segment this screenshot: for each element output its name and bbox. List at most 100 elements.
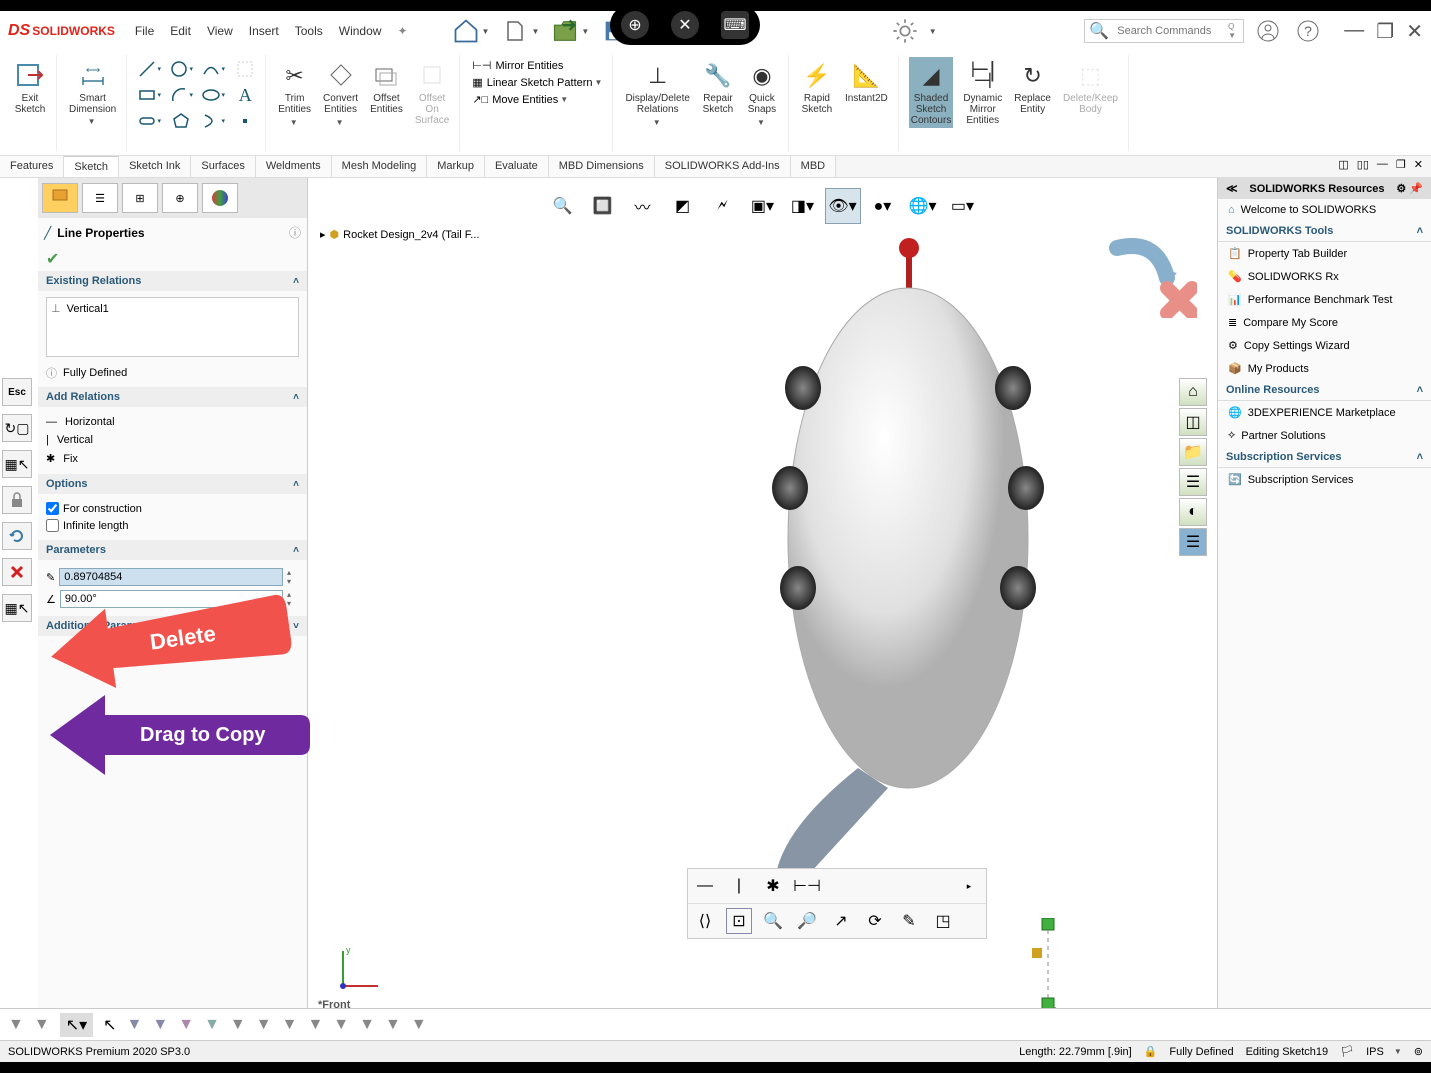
dynamic-mirror-button[interactable]: ⊢|⊣Dynamic Mirror Entities	[961, 57, 1004, 128]
ellipse-tool-icon[interactable]: ▾	[201, 83, 225, 107]
ctx-recent-icon[interactable]: ⟳	[862, 908, 888, 934]
infinite-length-checkbox[interactable]	[46, 519, 59, 532]
viewport-max-icon[interactable]: ❐	[1396, 158, 1406, 175]
add-relations-header[interactable]: Add Relations˄	[38, 387, 307, 407]
tab-surfaces[interactable]: Surfaces	[191, 156, 255, 177]
bt-filter1[interactable]: ▼	[8, 1016, 24, 1034]
tab-weldments[interactable]: Weldments	[256, 156, 332, 177]
menu-file[interactable]: File	[135, 24, 154, 38]
bt-f-edge[interactable]: ▼	[152, 1016, 168, 1034]
move-entities-button[interactable]: ↗□Move Entities▼	[470, 91, 570, 108]
menu-insert[interactable]: Insert	[249, 24, 279, 38]
user-icon[interactable]	[1252, 15, 1284, 47]
repair-sketch-button[interactable]: 🔧Repair Sketch	[700, 57, 736, 130]
config-tab[interactable]: ⊞	[122, 183, 158, 213]
search-input[interactable]	[1113, 25, 1224, 37]
stadium-tool-icon[interactable]: ▾	[137, 109, 161, 133]
view-orientation-icon[interactable]: ▣▾	[745, 188, 781, 224]
view-settings-icon[interactable]: ▭▾	[945, 188, 981, 224]
dynamic-annotation-icon[interactable]: 🗲	[705, 188, 741, 224]
parabola-tool-icon[interactable]: ▾	[201, 109, 225, 133]
subscription-services[interactable]: 🔄Subscription Services	[1218, 468, 1431, 491]
tab-mesh-modeling[interactable]: Mesh Modeling	[332, 156, 428, 177]
trim-entities-button[interactable]: ✂Trim Entities▼	[276, 57, 313, 130]
breadcrumb[interactable]: ▸⬢Rocket Design_2v4 (Tail F...	[320, 228, 479, 241]
ctx-fix-icon[interactable]: ✱	[760, 873, 786, 899]
ctx-select-chain-icon[interactable]: ⟨⟩	[692, 908, 718, 934]
ctx-collapse-icon[interactable]: ▸	[956, 873, 982, 899]
ctx-exit-icon[interactable]: ◳	[930, 908, 956, 934]
rectangle-tool-icon[interactable]: ▾	[137, 83, 161, 107]
quick-snaps-button[interactable]: ◉Quick Snaps▼	[744, 57, 780, 130]
ok-check-icon[interactable]: ✔	[46, 251, 59, 268]
vr-home-icon[interactable]: ⌂	[1179, 378, 1207, 406]
add-horizontal[interactable]: —Horizontal	[46, 413, 299, 431]
offset-entities-button[interactable]: Offset Entities	[368, 57, 405, 130]
tab-evaluate[interactable]: Evaluate	[485, 156, 549, 177]
exit-sketch-button[interactable]: Exit Sketch	[12, 57, 48, 117]
zoom-in-icon[interactable]: ⊕	[621, 11, 649, 39]
bt-select[interactable]: ↖	[103, 1015, 116, 1035]
maximize-button[interactable]: ❐	[1376, 19, 1394, 44]
status-cog-icon[interactable]: ⊚	[1414, 1045, 1423, 1058]
parameters-header[interactable]: Parameters˄	[38, 540, 307, 560]
vr-palette-icon[interactable]: ◐	[1179, 498, 1207, 526]
bt-filter2[interactable]: ▼	[34, 1016, 50, 1034]
minimize-button[interactable]: —	[1344, 19, 1364, 44]
tab-mbd[interactable]: MBD	[791, 156, 836, 177]
tab-sketch-ink[interactable]: Sketch Ink	[119, 156, 191, 177]
previous-view-icon[interactable]: 〰	[625, 188, 661, 224]
sw-tools-section[interactable]: SOLIDWORKS Tools˄	[1218, 221, 1431, 242]
relation-vertical1[interactable]: ⊥Vertical1	[51, 302, 294, 315]
bt-f-solid[interactable]: ▼	[230, 1016, 246, 1034]
esc-button[interactable]: Esc	[2, 378, 32, 406]
drag-copy-icon[interactable]: ▦↖	[2, 594, 32, 622]
performance-benchmark[interactable]: 📊Performance Benchmark Test	[1218, 288, 1431, 311]
copy-settings[interactable]: ⚙Copy Settings Wizard	[1218, 334, 1431, 357]
ctx-vertical-icon[interactable]: |	[726, 873, 752, 899]
slot-tool-icon[interactable]	[233, 57, 257, 81]
vr-layers-icon[interactable]: ☰	[1179, 468, 1207, 496]
polygon-tool-icon[interactable]	[169, 109, 193, 133]
menu-view[interactable]: View	[207, 24, 233, 38]
delete-x-icon[interactable]	[2, 558, 32, 586]
ctx-dimension-icon[interactable]: ⊢⊣	[794, 873, 820, 899]
tab-features[interactable]: Features	[0, 156, 64, 177]
welcome-item[interactable]: ⌂Welcome to SOLIDWORKS	[1218, 199, 1431, 221]
online-resources-section[interactable]: Online Resources˄	[1218, 380, 1431, 401]
my-products[interactable]: 📦My Products	[1218, 357, 1431, 380]
tab-mbd-dimensions[interactable]: MBD Dimensions	[549, 156, 655, 177]
menu-edit[interactable]: Edit	[170, 24, 191, 38]
ctx-zoom-icon[interactable]: 🔎	[794, 908, 820, 934]
bt-f-plane[interactable]: ▼	[282, 1016, 298, 1034]
viewport-dual-icon[interactable]: ◫	[1338, 158, 1348, 175]
lock-icon[interactable]	[2, 486, 32, 514]
spline-tool-icon[interactable]: ▾	[201, 57, 225, 81]
bt-f-axis[interactable]: ▼	[256, 1016, 272, 1034]
bt-f-dim[interactable]: ▼	[385, 1016, 401, 1034]
replace-entity-button[interactable]: ↻Replace Entity	[1012, 57, 1053, 128]
subscription-section[interactable]: Subscription Services˄	[1218, 447, 1431, 468]
apply-scene-icon[interactable]: 🌐▾	[905, 188, 941, 224]
home-icon[interactable]	[448, 13, 484, 49]
line-tool-icon[interactable]: ▾	[137, 57, 161, 81]
zoom-fit-icon[interactable]: 🔍	[545, 188, 581, 224]
ctx-construction-icon[interactable]: ⊡	[726, 908, 752, 934]
arc-tool-icon[interactable]: ▾	[169, 83, 193, 107]
select-toggle-icon[interactable]: ▦↖	[2, 450, 32, 478]
viewport[interactable]: 🔍 🔲 〰 ◩ 🗲 ▣▾ ◨▾ 👁▾ ●▾ 🌐▾ ▭▾ ▸⬢Rocket Des…	[308, 178, 1217, 1021]
dimexpert-tab[interactable]: ⊕	[162, 183, 198, 213]
property-manager-tab[interactable]: ☰	[82, 183, 118, 213]
status-units[interactable]: IPS	[1366, 1046, 1384, 1058]
panel-pin-icon[interactable]: 📌	[1409, 183, 1423, 195]
property-tab-builder[interactable]: 📋Property Tab Builder	[1218, 242, 1431, 265]
text-tool-icon[interactable]: A	[233, 83, 257, 107]
bt-f-face[interactable]: ▼	[178, 1016, 194, 1034]
linear-pattern-button[interactable]: ▦Linear Sketch Pattern▼	[470, 74, 604, 91]
bt-f-point[interactable]: ▼	[307, 1016, 323, 1034]
add-vertical[interactable]: |Vertical	[46, 431, 299, 449]
point-tool-icon[interactable]	[233, 109, 257, 133]
menu-pin-icon[interactable]: ✦	[397, 24, 407, 38]
zoom-area-icon[interactable]: 🔲	[585, 188, 621, 224]
section-view-icon[interactable]: ◩	[665, 188, 701, 224]
